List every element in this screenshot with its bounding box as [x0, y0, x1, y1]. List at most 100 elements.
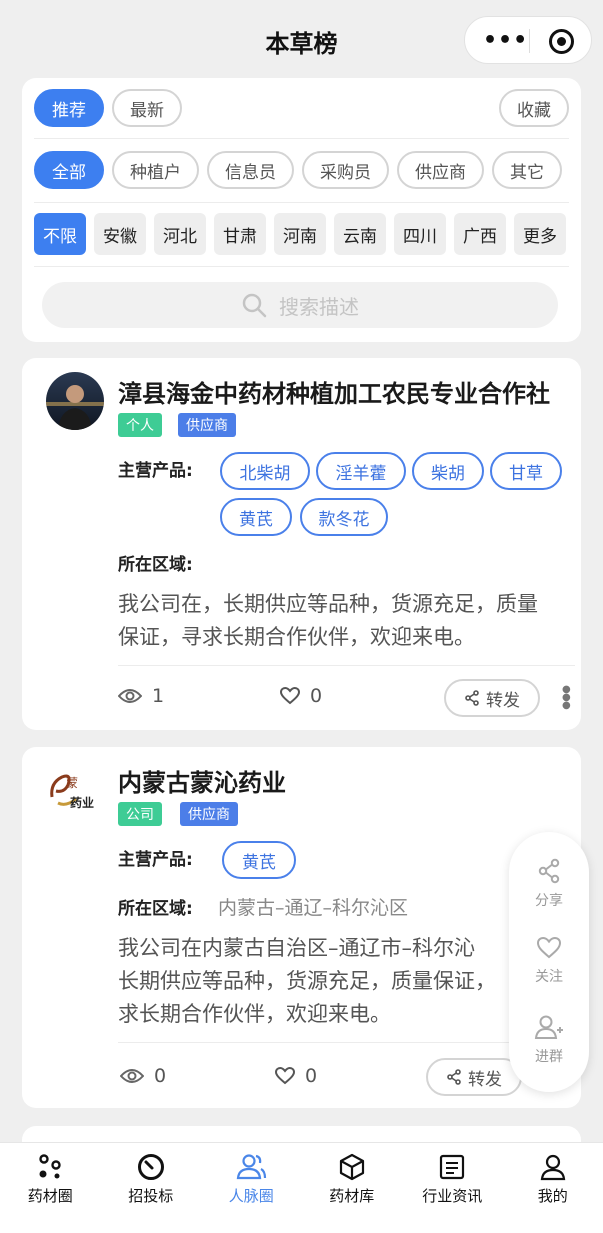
product-tag[interactable]: 淫羊藿 — [316, 452, 406, 490]
tab-herb-circle[interactable]: 药材圈 — [0, 1143, 101, 1233]
region-label: 所在区域: — [118, 555, 193, 575]
heart-icon[interactable] — [280, 687, 300, 705]
role-buyer[interactable]: 采购员 — [302, 151, 389, 189]
region-any[interactable]: 不限 — [34, 213, 86, 255]
divider — [34, 202, 569, 203]
favorites-button[interactable]: 收藏 — [499, 89, 569, 127]
region-henan[interactable]: 河南 — [274, 213, 326, 255]
description-line: 保证，寻求长期合作伙伴，欢迎来电。 — [118, 625, 475, 649]
role-other[interactable]: 其它 — [492, 151, 562, 189]
tab-label: 药材库 — [329, 1187, 375, 1205]
tab-label: 药材圈 — [27, 1187, 73, 1205]
float-join-group-button[interactable]: 进群 — [509, 1014, 589, 1066]
search-input[interactable]: 搜索描述 — [42, 282, 558, 328]
logo-text: 药业 — [70, 795, 94, 810]
forward-button[interactable]: 转发 — [444, 679, 540, 717]
divider — [118, 1042, 575, 1043]
float-share-button[interactable]: 分享 — [509, 858, 589, 910]
tab-label: 人脉圈 — [228, 1187, 274, 1205]
tab-label: 我的 — [537, 1187, 568, 1205]
type-badge: 公司 — [118, 802, 162, 826]
product-tag[interactable]: 甘草 — [490, 452, 562, 490]
people-icon — [237, 1154, 267, 1180]
product-tag[interactable]: 黄芪 — [222, 841, 296, 879]
more-options-icon[interactable]: ● ● ● — [562, 685, 571, 711]
like-count-value: 0 — [310, 685, 323, 707]
region-gansu[interactable]: 甘肃 — [214, 213, 266, 255]
region-anhui[interactable]: 安徽 — [94, 213, 146, 255]
view-count: 1 — [118, 685, 164, 707]
region-value: 内蒙古–通辽–科尔沁区 — [218, 897, 409, 919]
capsule-divider — [529, 29, 530, 53]
mini-program-capsule: ••• — [464, 16, 592, 64]
bottom-tab-bar: 药材圈 招投标 人脉圈 药材库 行业资讯 我的 — [0, 1142, 603, 1233]
company-logo[interactable]: 蒙 药业 — [46, 763, 104, 821]
product-tag[interactable]: 柴胡 — [412, 452, 484, 490]
view-count: 0 — [120, 1065, 166, 1087]
like-count[interactable]: 0 — [280, 685, 322, 707]
tab-label: 招投标 — [128, 1187, 174, 1205]
contact-card[interactable]: 蒙 药业 内蒙古蒙沁药业 公司 供应商 主营产品: 黄芪 所在区域: 内蒙古–通… — [22, 747, 581, 1108]
product-tag[interactable]: 北柴胡 — [220, 452, 310, 490]
heart-icon[interactable] — [275, 1067, 295, 1085]
cube-icon — [339, 1153, 364, 1181]
product-tag[interactable]: 黄芪 — [220, 498, 292, 536]
tab-industry-news[interactable]: 行业资讯 — [402, 1143, 503, 1233]
product-tag[interactable]: 款冬花 — [300, 498, 388, 536]
region-sichuan[interactable]: 四川 — [394, 213, 446, 255]
heart-icon — [536, 936, 562, 959]
news-icon — [440, 1154, 465, 1180]
divider — [34, 138, 569, 139]
tab-herb-library[interactable]: 药材库 — [302, 1143, 403, 1233]
tab-profile[interactable]: 我的 — [503, 1143, 603, 1233]
region-more[interactable]: 更多 — [514, 213, 566, 255]
float-join-group-label: 进群 — [535, 1049, 563, 1065]
eye-icon — [118, 689, 142, 703]
role-grower[interactable]: 种植户 — [112, 151, 199, 189]
sort-tabs: 推荐 最新 收藏 — [34, 88, 569, 128]
tab-recommend[interactable]: 推荐 — [34, 89, 104, 127]
description: 我公司在，长期供应等品种，货源充足，质量 保证，寻求长期合作伙伴，欢迎来电。 — [118, 588, 538, 654]
divider — [118, 665, 575, 666]
forward-label: 转发 — [468, 1069, 502, 1090]
forward-button[interactable]: 转发 — [426, 1058, 522, 1096]
add-user-icon — [534, 1015, 563, 1039]
description-line: 求长期合作伙伴，欢迎来电。 — [118, 1002, 391, 1026]
close-target-icon[interactable] — [549, 29, 574, 54]
share-icon — [465, 690, 479, 706]
more-menu-icon[interactable]: ••• — [483, 28, 528, 53]
herb-circle-icon — [39, 1154, 61, 1179]
description: 我公司在内蒙古自治区–通辽市–科尔沁 长期供应等品种，货源充足，质量保证， 求长… — [118, 932, 496, 1031]
float-follow-button[interactable]: 关注 — [509, 936, 589, 986]
tab-bidding[interactable]: 招投标 — [101, 1143, 202, 1233]
divider — [34, 266, 569, 267]
description-line: 长期供应等品种，货源充足，质量保证， — [118, 969, 496, 993]
company-name[interactable]: 内蒙古蒙沁药业 — [118, 763, 286, 798]
forward-label: 转发 — [486, 690, 520, 711]
region-guangxi[interactable]: 广西 — [454, 213, 506, 255]
gauge-icon — [137, 1154, 164, 1180]
float-follow-label: 关注 — [535, 969, 563, 985]
description-line: 我公司在，长期供应等品种，货源充足，质量 — [118, 592, 538, 616]
tab-latest[interactable]: 最新 — [112, 89, 182, 127]
avatar[interactable] — [46, 372, 104, 430]
search-placeholder: 搜索描述 — [279, 294, 359, 319]
like-count-value: 0 — [305, 1065, 318, 1087]
contact-card[interactable]: 漳县海金中药材种植加工农民专业合作社 个人 供应商 主营产品: 北柴胡 淫羊藿 … — [22, 358, 581, 730]
like-count[interactable]: 0 — [275, 1065, 317, 1087]
filter-panel: 推荐 最新 收藏 全部 种植户 信息员 采购员 供应商 其它 不限 安徽 河北 … — [22, 78, 581, 342]
view-count-value: 0 — [154, 1065, 167, 1087]
products-label: 主营产品: — [118, 850, 193, 870]
eye-icon — [120, 1069, 144, 1083]
region-yunnan[interactable]: 云南 — [334, 213, 386, 255]
role-all[interactable]: 全部 — [34, 151, 104, 189]
tab-label: 行业资讯 — [422, 1187, 483, 1205]
user-icon — [540, 1154, 565, 1181]
tab-network[interactable]: 人脉圈 — [201, 1143, 302, 1233]
region-hebei[interactable]: 河北 — [154, 213, 206, 255]
role-badge: 供应商 — [180, 802, 238, 826]
role-informant[interactable]: 信息员 — [207, 151, 294, 189]
top-bar: 本草榜 ••• — [0, 0, 603, 78]
role-supplier[interactable]: 供应商 — [397, 151, 484, 189]
company-name[interactable]: 漳县海金中药材种植加工农民专业合作社 — [118, 374, 550, 409]
